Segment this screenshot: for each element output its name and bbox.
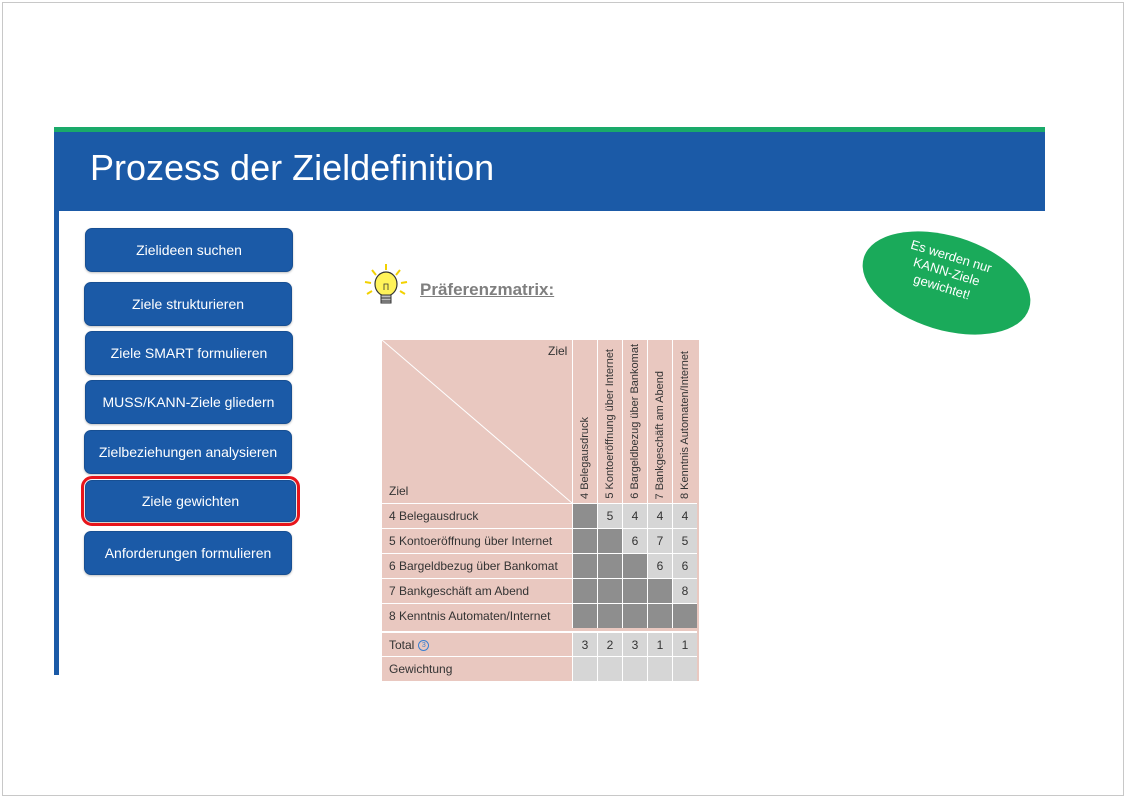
left-rule — [54, 211, 59, 675]
matrix-column-header: 4 Belegausdruck — [572, 340, 597, 503]
matrix-cell — [647, 578, 672, 603]
nav-button-zielideen[interactable]: Zielideen suchen — [85, 228, 293, 272]
matrix-cell — [597, 603, 622, 628]
matrix-row-label: 4 Belegausdruck — [382, 503, 572, 528]
matrix-cell: 6 — [622, 528, 647, 553]
matrix-cell — [572, 553, 597, 578]
section-heading: Präferenzmatrix: — [420, 280, 555, 299]
matrix-corner-top-label: Ziel — [548, 344, 568, 358]
matrix-total-row: Total 3 — [382, 631, 572, 656]
nav-button-label: Ziele strukturieren — [131, 296, 245, 312]
matrix-cell — [647, 603, 672, 628]
nav-button-muss-kann[interactable]: MUSS/KANN-Ziele gliedern — [85, 380, 292, 424]
matrix-cell — [597, 553, 622, 578]
nav-button-zielbeziehungen[interactable]: Zielbeziehungen analysieren — [84, 430, 292, 474]
preference-matrix: Ziel Ziel 4 Belegausdruck 5 Kontoeröffnu… — [382, 340, 699, 681]
nav-button-anforderungen[interactable]: Anforderungen formulieren — [84, 531, 292, 575]
slide-title: Prozess der Zieldefinition — [90, 147, 495, 188]
matrix-total-cell: 2 — [597, 631, 622, 656]
matrix-cell: 8 — [672, 578, 697, 603]
nav-button-label: Ziele SMART formulieren — [110, 345, 268, 361]
matrix-weight-cell — [672, 656, 697, 681]
matrix-cell: 5 — [672, 528, 697, 553]
matrix-corner-bottom-label: Ziel — [389, 484, 409, 498]
matrix-cell — [597, 528, 622, 553]
matrix-weight-cell — [647, 656, 672, 681]
matrix-cell: 6 — [647, 553, 672, 578]
matrix-row-label: 5 Kontoeröffnung über Internet — [382, 528, 572, 553]
matrix-total-cell: 3 — [622, 631, 647, 656]
matrix-cell: 4 — [647, 503, 672, 528]
matrix-cell: 4 — [622, 503, 647, 528]
matrix-total-cell: 1 — [647, 631, 672, 656]
nav-button-label: Anforderungen formulieren — [104, 545, 272, 561]
matrix-total-cell: 3 — [572, 631, 597, 656]
matrix-column-header: 8 Kenntnis Automaten/Internet — [672, 340, 697, 503]
title-bar: Prozess der Zieldefinition — [54, 132, 1045, 211]
matrix-cell: 4 — [672, 503, 697, 528]
nav-button-strukturieren[interactable]: Ziele strukturieren — [84, 282, 292, 326]
matrix-row-label: 6 Bargeldbezug über Bankomat — [382, 553, 572, 578]
matrix-cell: 7 — [647, 528, 672, 553]
total-label: Total — [389, 638, 415, 652]
matrix-cell: 5 — [597, 503, 622, 528]
matrix-cell — [622, 603, 647, 628]
matrix-weight-cell — [572, 656, 597, 681]
nav-button-label: MUSS/KANN-Ziele gliedern — [102, 394, 275, 410]
matrix-cell — [622, 553, 647, 578]
nav-button-label: Zielideen suchen — [136, 242, 242, 258]
matrix-weight-cell — [597, 656, 622, 681]
matrix-diagonal-line — [382, 340, 572, 503]
nav-button-label: Zielbeziehungen analysieren — [98, 444, 278, 460]
matrix-cell — [597, 578, 622, 603]
matrix-cell — [572, 578, 597, 603]
lightbulb-icon — [364, 264, 408, 304]
nav-button-label: Ziele gewichten — [141, 493, 240, 509]
matrix-cell — [572, 528, 597, 553]
nav-button-gewichten[interactable]: Ziele gewichten — [81, 476, 300, 526]
matrix-column-header: 7 Bankgeschäft am Abend — [647, 340, 672, 503]
matrix-weight-label: Gewichtung — [382, 656, 572, 681]
info-icon: 3 — [418, 640, 430, 652]
matrix-row-label: 7 Bankgeschäft am Abend — [382, 578, 572, 603]
matrix-cell — [622, 578, 647, 603]
matrix-column-header: 6 Bargeldbezug über Bankomat — [622, 340, 647, 503]
matrix-cell — [672, 603, 697, 628]
nav-button-smart[interactable]: Ziele SMART formulieren — [85, 331, 293, 375]
matrix-cell: 6 — [672, 553, 697, 578]
matrix-column-header: 5 Kontoeröffnung über Internet — [597, 340, 622, 503]
matrix-weight-cell — [622, 656, 647, 681]
matrix-cell — [572, 603, 597, 628]
matrix-total-cell: 1 — [672, 631, 697, 656]
matrix-row-label: 8 Kenntnis Automaten/Internet — [382, 603, 572, 628]
matrix-cell — [572, 503, 597, 528]
